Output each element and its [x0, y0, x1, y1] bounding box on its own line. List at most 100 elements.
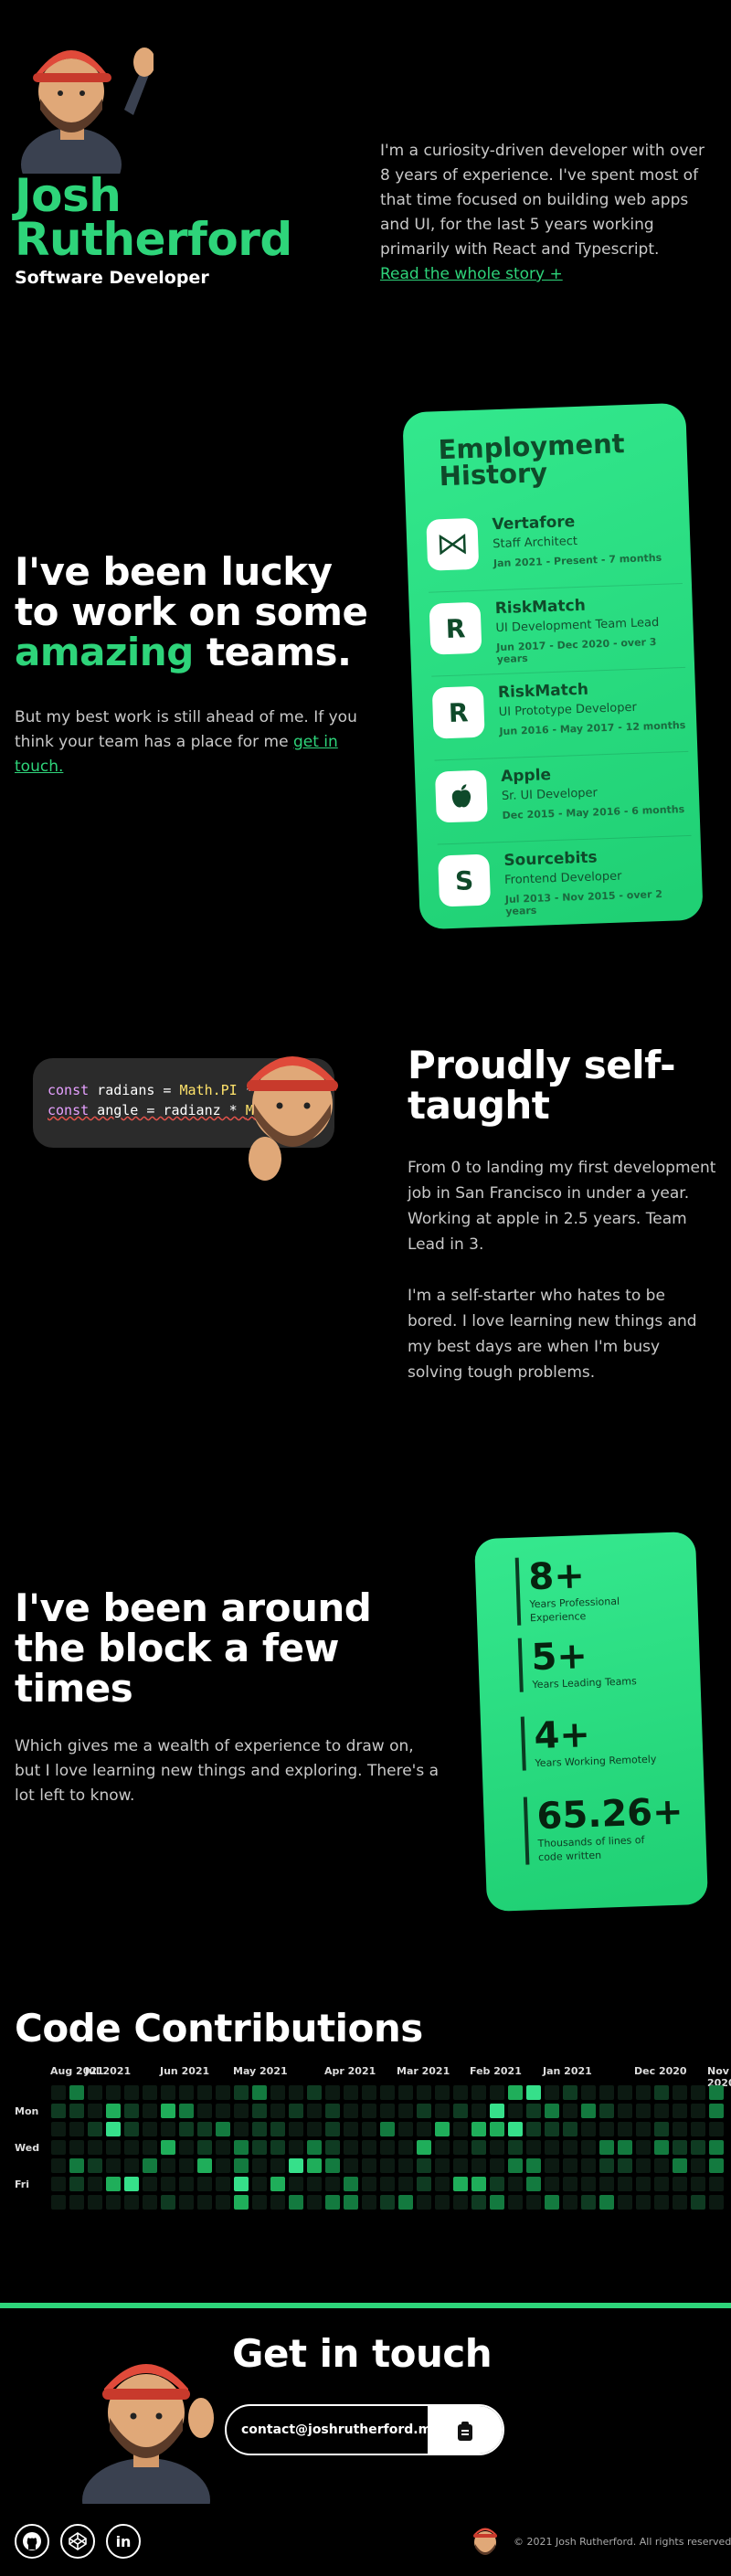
stat-label: Thousands of lines of code written: [537, 1834, 645, 1864]
contribution-cell: [417, 2122, 431, 2136]
contribution-cell: [216, 2140, 230, 2155]
contribution-cell: [289, 2140, 303, 2155]
contribution-cell: [490, 2195, 504, 2210]
contribution-cell: [654, 2158, 669, 2173]
contribution-cell: [143, 2122, 157, 2136]
month-label: Jun 2021: [160, 2065, 210, 2077]
contribution-cell: [179, 2122, 194, 2136]
read-story-link[interactable]: Read the whole story +: [380, 265, 563, 283]
contribution-cell: [124, 2104, 139, 2118]
contribution-cell: [453, 2104, 468, 2118]
contribution-cell: [69, 2158, 84, 2173]
contribution-cell: [691, 2104, 705, 2118]
contribution-cell: [197, 2122, 212, 2136]
day-label: Mon: [15, 2105, 39, 2117]
contribution-cell: [69, 2195, 84, 2210]
contribution-cell: [398, 2140, 413, 2155]
email-pill[interactable]: contact@joshrutherford.me: [225, 2404, 504, 2455]
contribution-cell: [307, 2195, 322, 2210]
contribution-cell: [380, 2195, 395, 2210]
contribution-cell: [69, 2104, 84, 2118]
contribution-cell: [691, 2122, 705, 2136]
contribution-cell: [636, 2104, 651, 2118]
contribution-cell: [270, 2122, 285, 2136]
contribution-cell: [526, 2195, 541, 2210]
contribution-cell: [270, 2085, 285, 2100]
contribution-cell: [289, 2122, 303, 2136]
contribution-cell: [106, 2122, 121, 2136]
contribution-cell: [270, 2195, 285, 2210]
contribution-cell: [599, 2085, 614, 2100]
contribution-cell: [124, 2158, 139, 2173]
contribution-cell: [526, 2140, 541, 2155]
contribution-cell: [179, 2158, 194, 2173]
contribution-cell: [179, 2195, 194, 2210]
linkedin-icon[interactable]: in: [106, 2524, 141, 2559]
github-icon[interactable]: [15, 2524, 49, 2559]
contribution-cell: [618, 2104, 632, 2118]
contact-divider: [0, 2303, 731, 2308]
contribution-cell: [106, 2195, 121, 2210]
contribution-cell: [143, 2104, 157, 2118]
contribution-cell: [362, 2104, 376, 2118]
contribution-cell: [709, 2085, 724, 2100]
contribution-cell: [563, 2177, 577, 2191]
contribution-cell: [252, 2085, 267, 2100]
contribution-cell: [490, 2158, 504, 2173]
contribution-cell: [380, 2158, 395, 2173]
job-dates: Jan 2021 - Present - 7 months: [493, 551, 662, 570]
contribution-cell: [325, 2104, 340, 2118]
employment-card-title-line2: History: [439, 457, 548, 493]
contribution-cell: [417, 2104, 431, 2118]
contribution-cell: [124, 2122, 139, 2136]
hero-name: Josh Rutherford: [15, 173, 292, 262]
experience-heading-line3: times: [15, 1666, 133, 1711]
contribution-cell: [691, 2177, 705, 2191]
employment-heading-end: teams.: [206, 630, 352, 674]
contribution-cell: [691, 2158, 705, 2173]
contribution-cell: [216, 2104, 230, 2118]
contribution-cell: [88, 2195, 102, 2210]
contribution-cell: [344, 2158, 358, 2173]
contribution-cell: [709, 2177, 724, 2191]
contribution-cell: [471, 2140, 486, 2155]
hero-bio: I'm a curiosity-driven developer with ov…: [380, 139, 718, 287]
contribution-cell: [325, 2085, 340, 2100]
self-taught-heading-line1: Proudly self-: [408, 1043, 676, 1087]
contribution-cell: [581, 2104, 596, 2118]
contribution-cell: [161, 2158, 175, 2173]
contribution-cell: [508, 2104, 523, 2118]
contribution-cell: [636, 2177, 651, 2191]
month-label: Dec 2020: [634, 2065, 687, 2077]
codepen-icon[interactable]: [60, 2524, 95, 2559]
contribution-cell: [143, 2140, 157, 2155]
job-company: Vertafore: [492, 513, 576, 535]
copy-email-button[interactable]: [428, 2406, 503, 2454]
contribution-cell: [417, 2140, 431, 2155]
contribution-cell: [216, 2085, 230, 2100]
experience-heading: I've been around the block a few times: [15, 1588, 372, 1711]
contribution-cell: [307, 2177, 322, 2191]
contribution-cell: [325, 2177, 340, 2191]
experience-heading-line2: the block a few: [15, 1626, 339, 1670]
job-entry-apple: Apple Sr. UI Developer Dec 2015 - May 20…: [434, 751, 692, 845]
contribution-cell: [344, 2195, 358, 2210]
contribution-cell: [636, 2195, 651, 2210]
contribution-cell: [526, 2122, 541, 2136]
contribution-cell: [289, 2085, 303, 2100]
contribution-cell: [179, 2140, 194, 2155]
contribution-cell: [654, 2140, 669, 2155]
contribution-cell: [435, 2122, 450, 2136]
contribution-cell: [435, 2140, 450, 2155]
contribution-cell: [307, 2158, 322, 2173]
contribution-cell: [545, 2122, 559, 2136]
contribution-cell: [508, 2122, 523, 2136]
contribution-cell: [709, 2195, 724, 2210]
contribution-cell: [51, 2195, 66, 2210]
email-address[interactable]: contact@joshrutherford.me: [241, 2422, 440, 2437]
job-role: Sr. UI Developer: [501, 786, 599, 804]
contribution-cell: [508, 2158, 523, 2173]
contribution-cell: [344, 2140, 358, 2155]
day-label: Fri: [15, 2178, 30, 2190]
clipboard-icon: [458, 2422, 472, 2441]
